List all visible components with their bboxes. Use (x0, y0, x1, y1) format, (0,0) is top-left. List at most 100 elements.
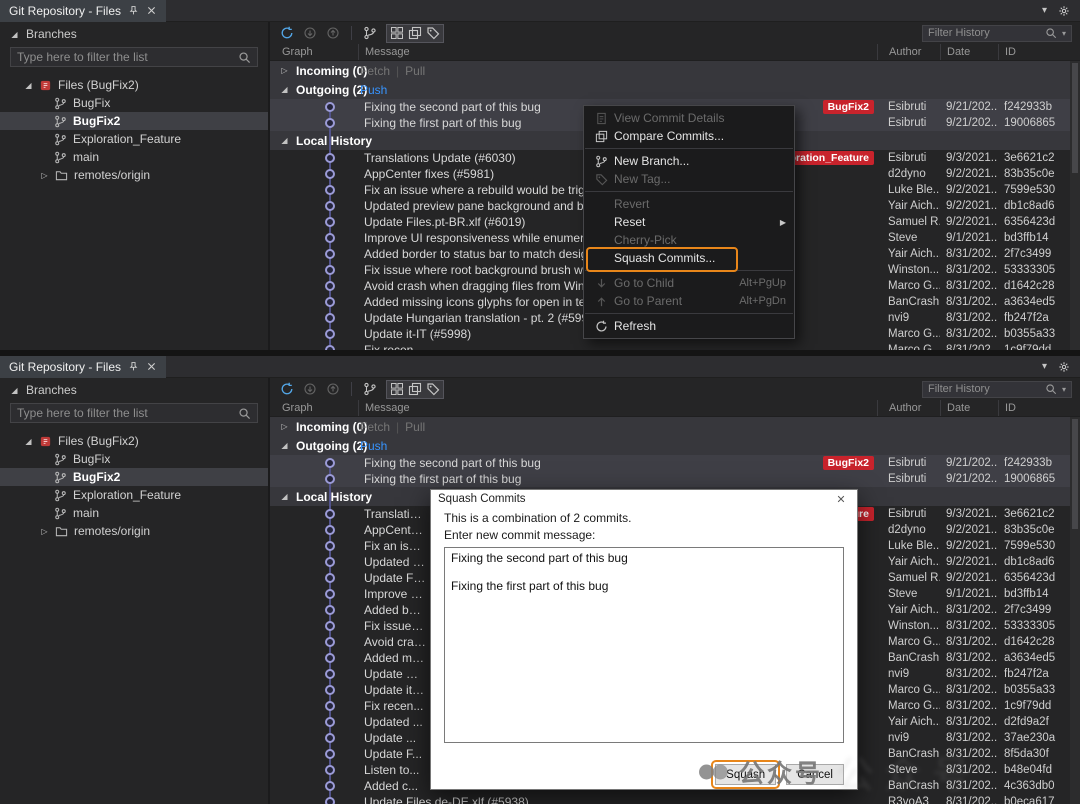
commit-row[interactable]: Fix recen... Marco G... 8/31/202... 1c9f… (270, 342, 1080, 350)
expander-icon[interactable]: ◢ (280, 136, 289, 145)
column-id[interactable]: ID (998, 44, 1080, 60)
expander-icon[interactable]: ◢ (280, 441, 289, 450)
outgoing-section-row[interactable]: ◢ Outgoing (2) Push (270, 80, 1080, 99)
pin-icon[interactable] (128, 5, 139, 16)
incoming-section-row[interactable]: ▷ Incoming (0) Fetch | Pull (270, 61, 1080, 80)
tag-view-icon[interactable] (424, 25, 442, 42)
menu-item-refresh[interactable]: Refresh (584, 317, 794, 335)
menu-item-reset[interactable]: Reset ▶ (584, 213, 794, 231)
refresh-icon[interactable] (278, 381, 296, 398)
incoming-section-row[interactable]: ▷ Incoming (0) Fetch | Pull (270, 417, 1080, 436)
close-icon[interactable] (146, 361, 157, 372)
commit-date: 9/2/2021... (946, 200, 998, 212)
column-message[interactable]: Message (358, 400, 877, 416)
commit-message: Translations Update (#6030) (364, 507, 426, 521)
tree-item-branch-exploration[interactable]: Exploration_Feature (0, 130, 268, 148)
fetch-link[interactable]: Fetch (360, 64, 390, 78)
branches-header[interactable]: ◢ Branches (0, 22, 268, 46)
pull-link[interactable]: Pull (405, 420, 425, 434)
tree-item-branch-bugfix2[interactable]: BugFix2 (0, 468, 268, 486)
column-graph[interactable]: Graph (270, 400, 358, 416)
tree-item-repo[interactable]: ◢ Files (BugFix2) (0, 432, 268, 450)
fetch-icon[interactable] (301, 25, 319, 42)
outgoing-section-row[interactable]: ◢ Outgoing (2) Push (270, 436, 1080, 455)
column-author[interactable]: Author (877, 400, 940, 416)
pin-icon[interactable] (128, 361, 139, 372)
settings-gear-icon[interactable] (1058, 361, 1070, 373)
column-date[interactable]: Date (940, 400, 998, 416)
expander-icon[interactable]: ▷ (280, 422, 289, 431)
filter-history-box[interactable]: Filter History ▾ (922, 380, 1072, 398)
pull-link[interactable]: Pull (405, 64, 425, 78)
chevron-down-icon[interactable]: ▾ (1042, 361, 1047, 372)
tree-item-remotes[interactable]: ▷ remotes/origin (0, 166, 268, 184)
menu-item-squash-commits[interactable]: Squash Commits... (584, 247, 794, 272)
expander-icon[interactable]: ▷ (40, 171, 49, 180)
fetch-link[interactable]: Fetch (360, 420, 390, 434)
expander-icon[interactable]: ◢ (280, 85, 289, 94)
push-link[interactable]: Push (360, 439, 387, 453)
expander-icon[interactable]: ▷ (40, 527, 49, 536)
graph-grid-icon[interactable] (388, 25, 406, 42)
commit-row[interactable]: Fixing the second part of this bug BugFi… (270, 455, 1080, 471)
expander-icon[interactable]: ◢ (24, 81, 33, 90)
expander-icon[interactable]: ◢ (10, 386, 19, 395)
tree-item-branch-main[interactable]: main (0, 148, 268, 166)
expander-icon[interactable]: ◢ (280, 492, 289, 501)
expander-icon[interactable]: ◢ (10, 30, 19, 39)
column-message[interactable]: Message (358, 44, 877, 60)
chevron-down-icon[interactable]: ▾ (1042, 5, 1047, 16)
scrollbar-thumb[interactable] (1072, 63, 1078, 173)
branches-header[interactable]: ◢ Branches (0, 378, 268, 402)
chevron-down-icon[interactable]: ▾ (1062, 385, 1066, 394)
branch-filter-input[interactable] (17, 406, 234, 420)
tab-git-repository[interactable]: Git Repository - Files (0, 356, 167, 378)
tag-view-icon[interactable] (424, 381, 442, 398)
menu-item-cherry-pick: Cherry-Pick (614, 233, 677, 247)
commit-date: 8/31/202... (946, 280, 998, 292)
scrollbar-thumb[interactable] (1072, 419, 1078, 529)
tree-item-branch-bugfix[interactable]: BugFix (0, 450, 268, 468)
tree-item-branch-main[interactable]: main (0, 504, 268, 522)
expander-icon[interactable]: ▷ (280, 66, 289, 75)
settings-gear-icon[interactable] (1058, 5, 1070, 17)
commit-message-label: Enter new commit message: (444, 528, 596, 542)
branch-badge: BugFix2 (822, 100, 874, 114)
chevron-down-icon[interactable]: ▾ (1062, 29, 1066, 38)
tree-item-branch-bugfix2[interactable]: BugFix2 (0, 112, 268, 130)
commit-row[interactable]: Fixing the first part of this bug Esibru… (270, 471, 1080, 487)
compare-view-icon[interactable] (406, 381, 424, 398)
refresh-icon[interactable] (278, 25, 296, 42)
expander-icon[interactable]: ◢ (24, 437, 33, 446)
tree-item-branch-exploration[interactable]: Exploration_Feature (0, 486, 268, 504)
commit-author: Esibruti (888, 473, 927, 485)
close-icon[interactable] (146, 5, 157, 16)
new-branch-icon[interactable] (361, 381, 379, 398)
column-date[interactable]: Date (940, 44, 998, 60)
pull-icon[interactable] (324, 25, 342, 42)
branch-filter-input[interactable] (17, 50, 234, 64)
vertical-scrollbar[interactable] (1070, 61, 1080, 350)
column-graph[interactable]: Graph (270, 44, 358, 60)
dialog-close-icon[interactable] (832, 492, 850, 506)
tree-item-repo[interactable]: ◢ Files (BugFix2) (0, 76, 268, 94)
new-branch-icon[interactable] (361, 25, 379, 42)
filter-history-box[interactable]: Filter History ▾ (922, 24, 1072, 42)
menu-item-new-branch[interactable]: New Branch... (584, 152, 794, 170)
menu-item-compare-commits[interactable]: Compare Commits... (584, 127, 794, 145)
compare-icon (590, 130, 612, 143)
column-id[interactable]: ID (998, 400, 1080, 416)
tab-git-repository[interactable]: Git Repository - Files (0, 0, 167, 22)
vertical-scrollbar[interactable] (1070, 417, 1080, 804)
tree-item-branch-bugfix[interactable]: BugFix (0, 94, 268, 112)
tree-item-remotes[interactable]: ▷ remotes/origin (0, 522, 268, 540)
commit-message-textarea[interactable]: Fixing the second part of this bug Fixin… (444, 547, 844, 743)
dialog-titlebar[interactable]: Squash Commits (431, 490, 857, 508)
fetch-icon[interactable] (301, 381, 319, 398)
folder-icon (55, 169, 68, 182)
pull-icon[interactable] (324, 381, 342, 398)
graph-grid-icon[interactable] (388, 381, 406, 398)
column-author[interactable]: Author (877, 44, 940, 60)
push-link[interactable]: Push (360, 83, 387, 97)
compare-view-icon[interactable] (406, 25, 424, 42)
